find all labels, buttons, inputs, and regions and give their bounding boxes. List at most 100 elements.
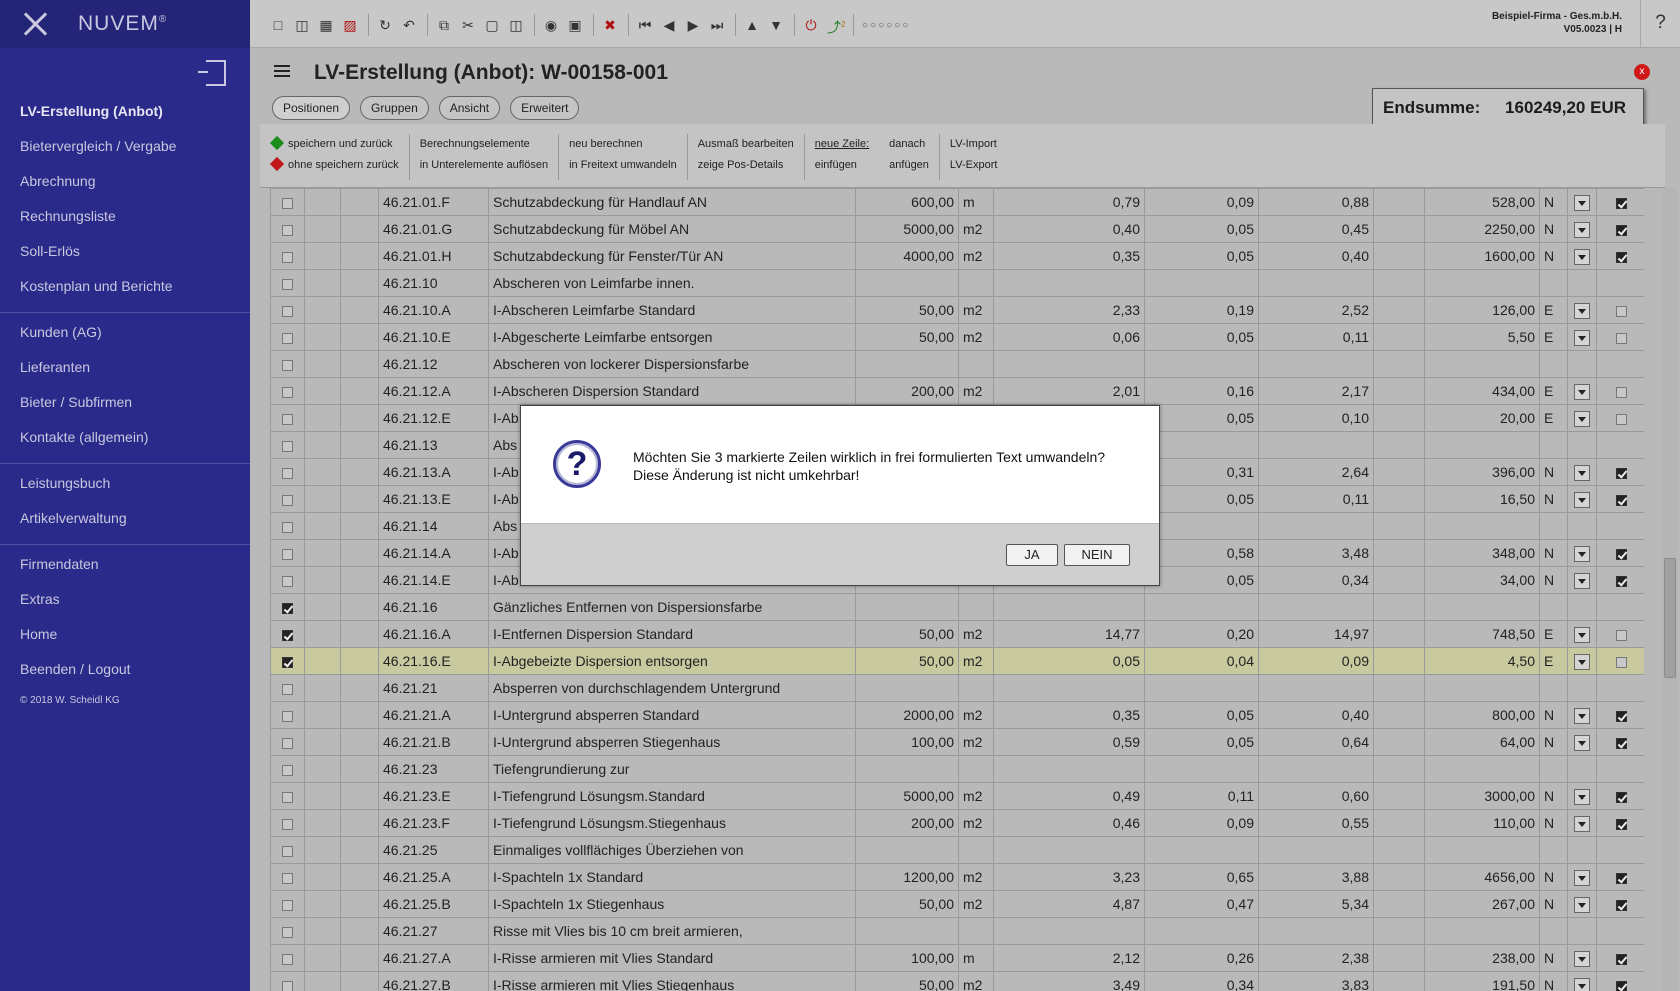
quantity-cell[interactable]: 200,00 bbox=[855, 377, 959, 405]
type-dropdown-cell[interactable] bbox=[1567, 485, 1597, 513]
row-select-cell[interactable] bbox=[270, 431, 305, 459]
quantity-cell[interactable]: 100,00 bbox=[855, 944, 959, 972]
type-dropdown-cell[interactable] bbox=[1567, 296, 1597, 324]
row-select-cell[interactable] bbox=[270, 971, 305, 991]
flag-checkbox[interactable] bbox=[1615, 197, 1627, 209]
flag-cell[interactable] bbox=[1596, 620, 1644, 648]
row-select-cell[interactable] bbox=[270, 458, 305, 486]
power-icon[interactable]: ⏻ bbox=[803, 17, 819, 33]
chevron-down-icon[interactable] bbox=[1574, 788, 1590, 805]
undo-icon[interactable]: ↶ bbox=[401, 17, 417, 33]
table-row[interactable]: 46.21.23 Tiefengrundierung zur bbox=[270, 755, 1644, 783]
sidebar-item-home[interactable]: Home bbox=[0, 621, 250, 656]
flag-checkbox[interactable] bbox=[1615, 710, 1627, 722]
row-select-checkbox[interactable] bbox=[282, 251, 293, 263]
type-dropdown-cell[interactable] bbox=[1567, 404, 1597, 432]
first-record-icon[interactable]: ⏮ bbox=[637, 17, 653, 33]
chevron-down-icon[interactable] bbox=[1574, 194, 1590, 211]
flag-cell[interactable] bbox=[1596, 296, 1644, 324]
chevron-down-icon[interactable] bbox=[1574, 302, 1590, 319]
flag-cell[interactable] bbox=[1596, 404, 1644, 432]
nosave-back-button[interactable]: ohne speichern zurück bbox=[269, 155, 399, 176]
flag-checkbox[interactable] bbox=[1615, 656, 1627, 668]
recalc-button[interactable]: neu berechnen bbox=[569, 134, 677, 155]
table-row[interactable]: 46.21.01.H Schutzabdeckung für Fenster/Tü… bbox=[270, 242, 1644, 270]
row-select-cell[interactable] bbox=[270, 917, 305, 945]
sidebar-item-kostenplan[interactable]: Kostenplan und Berichte bbox=[0, 273, 250, 308]
table-row[interactable]: 46.21.16.E I-Abgebeizte Dispersion entsor… bbox=[270, 647, 1644, 675]
row-select-checkbox[interactable] bbox=[282, 710, 293, 722]
save-close-icon[interactable]: ▨ bbox=[342, 17, 358, 33]
row-select-cell[interactable] bbox=[270, 593, 305, 621]
chevron-down-icon[interactable] bbox=[1574, 572, 1590, 589]
description-cell[interactable]: Abscheren von Leimfarbe innen. bbox=[488, 269, 856, 297]
table-row[interactable]: 46.21.10 Abscheren von Leimfarbe innen. bbox=[270, 269, 1644, 297]
flag-cell[interactable] bbox=[1596, 971, 1644, 991]
open-folder-icon[interactable]: ◫ bbox=[294, 17, 310, 33]
table-row[interactable]: 46.21.25 Einmaliges vollflächiges Überzie… bbox=[270, 836, 1644, 864]
flag-cell[interactable] bbox=[1596, 188, 1644, 216]
description-cell[interactable]: I-Risse armieren mit Vlies Standard bbox=[488, 944, 856, 972]
flag-cell[interactable] bbox=[1596, 458, 1644, 486]
insert-row-button[interactable]: einfügen bbox=[815, 155, 869, 176]
row-select-checkbox[interactable] bbox=[282, 332, 293, 344]
description-cell[interactable]: Tiefengrundierung zur bbox=[488, 755, 856, 783]
chevron-down-icon[interactable] bbox=[1574, 950, 1590, 967]
row-select-checkbox[interactable] bbox=[282, 386, 293, 398]
vertical-scrollbar[interactable] bbox=[1663, 188, 1677, 991]
description-cell[interactable]: Schutzabdeckung für Fenster/Tür AN bbox=[488, 242, 856, 270]
row-select-cell[interactable] bbox=[270, 566, 305, 594]
sidebar-item-kontakte[interactable]: Kontakte (allgemein) bbox=[0, 424, 250, 459]
quantity-cell[interactable]: 50,00 bbox=[855, 971, 959, 991]
table-row[interactable]: 46.21.21.B I-Untergrund absperren Stiegen… bbox=[270, 728, 1644, 756]
flag-checkbox[interactable] bbox=[1615, 251, 1627, 263]
to-freetext-button[interactable]: in Freitext umwandeln bbox=[569, 155, 677, 176]
search-binoculars-icon[interactable]: ◉ bbox=[543, 17, 559, 33]
description-cell[interactable]: Absperren von durchschlagendem Untergrun… bbox=[488, 674, 856, 702]
description-cell[interactable]: I-Untergrund absperren Stiegenhaus bbox=[488, 728, 856, 756]
quantity-cell[interactable]: 50,00 bbox=[855, 890, 959, 918]
table-row[interactable]: 46.21.16.A I-Entfernen Dispersion Standar… bbox=[270, 620, 1644, 648]
row-select-checkbox[interactable] bbox=[282, 872, 293, 884]
row-select-checkbox[interactable] bbox=[282, 656, 293, 668]
sidebar-item-leistungsbuch[interactable]: Leistungsbuch bbox=[0, 470, 250, 505]
flag-checkbox[interactable] bbox=[1615, 899, 1627, 911]
tab-gruppen[interactable]: Gruppen bbox=[360, 96, 429, 120]
row-select-checkbox[interactable] bbox=[282, 683, 293, 695]
row-select-checkbox[interactable] bbox=[282, 575, 293, 587]
row-select-checkbox[interactable] bbox=[282, 953, 293, 965]
row-select-checkbox[interactable] bbox=[282, 845, 293, 857]
sidebar-item-lv-erstellung[interactable]: LV-Erstellung (Anbot) bbox=[0, 98, 250, 133]
refresh-icon[interactable]: ↻ bbox=[377, 17, 393, 33]
lv-export-button[interactable]: LV-Export bbox=[950, 155, 998, 176]
flag-cell[interactable] bbox=[1596, 809, 1644, 837]
row-select-cell[interactable] bbox=[270, 620, 305, 648]
sidebar-item-firmendaten[interactable]: Firmendaten bbox=[0, 551, 250, 586]
quantity-cell[interactable]: 2000,00 bbox=[855, 701, 959, 729]
row-select-checkbox[interactable] bbox=[282, 305, 293, 317]
clipboard-icon[interactable]: ◫ bbox=[508, 17, 524, 33]
tab-positionen[interactable]: Positionen bbox=[272, 96, 351, 120]
flag-checkbox[interactable] bbox=[1615, 305, 1627, 317]
description-cell[interactable]: Einmaliges vollflächiges Überziehen von bbox=[488, 836, 856, 864]
description-cell[interactable]: I-Tiefengrund Lösungsm.Stiegenhaus bbox=[488, 809, 856, 837]
row-select-checkbox[interactable] bbox=[282, 737, 293, 749]
description-cell[interactable]: I-Risse armieren mit Vlies Stiegenhaus bbox=[488, 971, 856, 991]
flag-checkbox[interactable] bbox=[1615, 980, 1627, 991]
row-select-checkbox[interactable] bbox=[282, 791, 293, 803]
quantity-cell[interactable]: 50,00 bbox=[855, 647, 959, 675]
yes-button[interactable]: JA bbox=[1006, 544, 1058, 566]
quantity-cell[interactable]: 50,00 bbox=[855, 296, 959, 324]
chevron-down-icon[interactable] bbox=[1574, 221, 1590, 238]
row-select-checkbox[interactable] bbox=[282, 521, 293, 533]
flag-checkbox[interactable] bbox=[1615, 386, 1627, 398]
chevron-down-icon[interactable] bbox=[1574, 410, 1590, 427]
quantity-cell[interactable]: 5000,00 bbox=[855, 782, 959, 810]
lv-import-button[interactable]: LV-Import bbox=[950, 134, 998, 155]
flag-checkbox[interactable] bbox=[1615, 467, 1627, 479]
type-dropdown-cell[interactable] bbox=[1567, 701, 1597, 729]
flag-cell[interactable] bbox=[1596, 377, 1644, 405]
chevron-down-icon[interactable] bbox=[1574, 248, 1590, 265]
row-select-checkbox[interactable] bbox=[282, 278, 293, 290]
description-cell[interactable]: I-Tiefengrund Lösungsm.Standard bbox=[488, 782, 856, 810]
